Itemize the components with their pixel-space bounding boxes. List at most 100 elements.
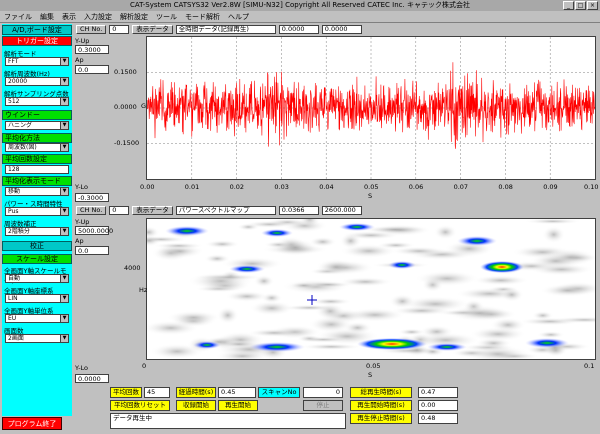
record-start-button[interactable]: 収録開始 (176, 400, 216, 411)
plot1-xtick-label: 0.01 (184, 183, 200, 191)
title-bar: CAT-System CATSYS32 Ver2.8W [SIMU-N32] C… (0, 0, 600, 11)
avg-method-label: 平均化方法 (2, 133, 72, 143)
plot2-noise-blob (225, 290, 269, 302)
plot2-disp-label: 表示データ (132, 205, 173, 215)
auto-select[interactable]: 自動 ▼ (5, 274, 69, 283)
freq-select[interactable]: 20000 ▼ (5, 77, 69, 86)
window-controls: _ □ × (563, 1, 598, 10)
plot2-x-to[interactable]: 2600.000 (321, 205, 362, 215)
menu-view[interactable]: 表示 (62, 12, 76, 22)
plot2-noise-blob (499, 287, 524, 302)
chevron-down-icon: ▼ (60, 122, 68, 129)
plot2-noise-blob (237, 223, 260, 231)
plot2-noise-blob (289, 282, 319, 290)
avg-count-label: 平均回数設定 (2, 154, 72, 164)
plot2-noise-blob (342, 321, 373, 334)
plot1-x-to[interactable]: 0.0000 (321, 24, 362, 34)
window-title: CAT-System CATSYS32 Ver2.8W [SIMU-N32] C… (130, 1, 470, 9)
plot2-spectral-peak (388, 261, 416, 269)
chevron-down-icon: ▼ (60, 228, 68, 235)
window-select[interactable]: ハニング ▼ (5, 121, 69, 130)
program-end-button[interactable]: プログラム終了 (2, 417, 62, 430)
correction-select[interactable]: 2階積分 ▼ (5, 227, 69, 236)
plot2-ylabel: Hz (139, 286, 148, 294)
avg-count-label: 平均回数 (110, 387, 142, 398)
ad-board-setting-button[interactable]: A/D,ボード設定 (2, 25, 72, 35)
analysis-mode-select[interactable]: FFT ▼ (5, 57, 69, 66)
axis-select[interactable]: LIN ▼ (5, 294, 69, 303)
avg-count-field[interactable]: 128 (5, 165, 69, 174)
plot2-xtick-label: 0 (142, 362, 147, 370)
play-start-time-label: 再生開始時間(s) (350, 400, 412, 411)
screens-select[interactable]: 2画面 ▼ (5, 334, 69, 343)
plot1-ch-label: CH No. (76, 24, 107, 34)
play-end-time-value[interactable]: 0.48 (418, 413, 458, 424)
menu-input[interactable]: 入力設定 (84, 12, 112, 22)
plot2-yup-field[interactable]: 5000.0000 (75, 226, 113, 235)
avg-method-select[interactable]: 周波数(固) ▼ (5, 143, 69, 152)
left-panel: A/D,ボード設定 トリガー設定 解析モード FFT ▼ 解析周波数(Hz) 20… (2, 24, 72, 416)
minimize-icon[interactable]: _ (563, 1, 574, 10)
close-icon[interactable]: × (587, 1, 598, 10)
plot1-ylo-field[interactable]: -0.3000 (75, 193, 109, 202)
window-label: ウインドー (2, 110, 72, 120)
menu-edit[interactable]: 編集 (40, 12, 54, 22)
menu-help[interactable]: ヘルプ (228, 12, 249, 22)
avg-mode-label: 平均化表示モード (2, 176, 72, 186)
plot2-ylo-field[interactable]: 0.0000 (75, 374, 109, 383)
plot1-yup-field[interactable]: 0.3000 (75, 45, 109, 54)
plot2-noise-blob (339, 233, 362, 249)
plot1-xtick-label: 0.07 (453, 183, 469, 191)
menu-analysis[interactable]: 解析設定 (120, 12, 148, 22)
plot2-xtick-label: 0.1 (584, 362, 595, 370)
plot2-noise-blob (539, 284, 595, 297)
plot1-ap-field[interactable]: 0.0 (75, 65, 109, 74)
maximize-icon[interactable]: □ (575, 1, 586, 10)
play-start-time-value[interactable]: 0.00 (418, 400, 458, 411)
menu-tools[interactable]: ツール (156, 12, 177, 22)
plot1-xtick-label: 0.03 (274, 183, 289, 191)
plot2-xtick-label: 0.05 (366, 362, 381, 370)
samples-select[interactable]: 512 ▼ (5, 97, 69, 106)
calibration-button[interactable]: 校正 (2, 241, 72, 251)
plot2-noise-blob (433, 224, 458, 240)
plot1-ch-field[interactable]: 0 (109, 24, 130, 34)
plot1-xtick-label: 0.00 (140, 183, 155, 191)
plot2-ch-field[interactable]: 0 (109, 205, 130, 215)
scan-value: 0 (303, 387, 343, 398)
plot2-area[interactable] (146, 218, 596, 360)
stop-button[interactable]: 停止 (303, 400, 343, 411)
chevron-down-icon: ▼ (60, 58, 68, 65)
plot2-noise-blob (472, 275, 530, 286)
trigger-setting-button[interactable]: トリガー設定 (2, 36, 72, 46)
plot2-disp-select[interactable]: パワースペクトルマップ (175, 205, 276, 215)
plot1-xtick-label: 0.10 (584, 183, 599, 191)
avg-mode-select[interactable]: 移動 ▼ (5, 187, 69, 196)
plot2-ap-field[interactable]: 0.0 (75, 246, 109, 255)
avg-reset-button[interactable]: 平均回数リセット (110, 400, 170, 411)
plot1-xlabel: S (368, 192, 373, 200)
total-time-value: 0.47 (418, 387, 458, 398)
plot2-ch-label: CH No. (76, 205, 107, 215)
plot2-x-from[interactable]: 0.0366 (278, 205, 319, 215)
plot1-ytick-label: -0.1500 (114, 138, 140, 147)
plot1-x-from[interactable]: 0.0000 (278, 24, 319, 34)
plot2-noise-blob (246, 328, 301, 338)
chevron-down-icon: ▼ (60, 78, 68, 85)
unit-select[interactable]: EU ▼ (5, 314, 69, 323)
power-spec-select[interactable]: Pus ▼ (5, 207, 69, 216)
status-field: データ再生中 (110, 413, 346, 429)
menu-mode[interactable]: モード解析 (185, 12, 220, 22)
plot1-disp-select[interactable]: 全時間データ(記録再生) (175, 24, 276, 34)
plot2-noise-blob (536, 331, 565, 339)
plot2-noise-blob (309, 297, 352, 306)
plot1-area[interactable] (146, 36, 596, 180)
play-start-button[interactable]: 再生開始 (218, 400, 258, 411)
plot1-xtick-label: 0.08 (498, 183, 513, 191)
chevron-down-icon: ▼ (60, 295, 68, 302)
plot2-spectral-peak (339, 223, 375, 231)
plot2-spectral-peak (261, 229, 293, 237)
menu-file[interactable]: ファイル (4, 12, 32, 22)
plot1-ylabel: G (141, 102, 147, 110)
plot2-noise-blob (166, 310, 221, 325)
